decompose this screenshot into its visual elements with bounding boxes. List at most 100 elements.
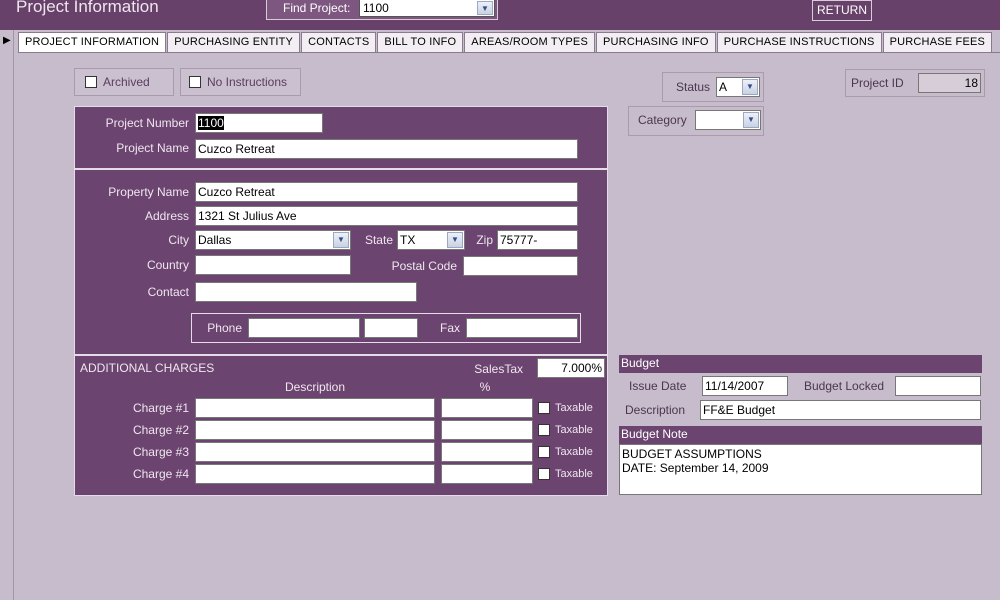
tab-areas-room-types[interactable]: AREAS/ROOM TYPES [464,32,595,52]
record-selector[interactable]: ▶ [0,30,14,600]
project-number-value: 1100 [198,116,224,130]
budget-description-label: Description [625,403,686,417]
chevron-down-icon[interactable]: ▼ [447,232,463,248]
budget-description-field[interactable]: FF&E Budget [700,400,981,420]
tab-bill-to-info[interactable]: BILL TO INFO [377,32,464,52]
charge-1-description[interactable] [195,398,435,418]
state-select[interactable]: TX ▼ [397,230,465,250]
budget-group: Issue Date 11/14/2007 Budget Locked Desc… [619,373,982,425]
charge-4-description[interactable] [195,464,435,484]
postal-code-field[interactable] [463,256,578,276]
issue-date-label: Issue Date [629,379,687,393]
tab-project-information[interactable]: PROJECT INFORMATION [18,32,167,53]
title-bar: Project Information Find Project: 1100 ▼… [0,0,1000,30]
additional-charges-title: ADDITIONAL CHARGES [80,361,215,375]
property-name-label: Property Name [108,185,189,199]
project-name-label: Project Name [116,141,189,155]
charge-1-taxable-label: Taxable [555,402,593,414]
find-project-box: Find Project: 1100 ▼ [266,0,498,20]
charge-4-taxable-label: Taxable [555,468,593,480]
category-label: Category [638,113,687,127]
phone-ext-field[interactable] [364,318,418,338]
no-instructions-checkbox[interactable] [189,76,201,88]
charge-3-percent[interactable] [441,442,533,462]
fax-field[interactable] [466,318,578,338]
project-id-field: 18 [918,73,981,93]
zip-field[interactable]: 75777- [497,230,578,250]
salestax-label: SalesTax [474,362,523,376]
salestax-field[interactable]: 7.000% [537,358,605,378]
project-name-field[interactable]: Cuzco Retreat [195,139,578,159]
postal-code-label: Postal Code [391,259,457,273]
additional-charges-section: ADDITIONAL CHARGES SalesTax 7.000% Descr… [74,355,608,496]
city-select[interactable]: Dallas ▼ [195,230,351,250]
charge-4-label: Charge #4 [132,467,189,481]
tab-purchase-fees[interactable]: PURCHASE FEES [882,32,993,52]
zip-label: Zip [476,233,493,247]
charge-4-percent[interactable] [441,464,533,484]
state-label: State [364,233,393,247]
budget-header: Budget [619,355,982,373]
charge-2-taxable-label: Taxable [555,424,593,436]
project-id-group: Project ID 18 [845,69,985,97]
tab-bar: PROJECT INFORMATION PURCHASING ENTITY CO… [18,32,993,53]
address-label: Address [144,209,189,223]
return-button[interactable]: RETURN [812,0,872,21]
tab-purchasing-entity[interactable]: PURCHASING ENTITY [167,32,301,52]
app-title: Project Information [16,0,159,16]
charge-2-label: Charge #2 [132,423,189,437]
chevron-down-icon[interactable]: ▼ [743,112,759,128]
charge-3-label: Charge #3 [132,445,189,459]
budget-note-line-1: BUDGET ASSUMPTIONS [622,447,762,461]
no-instructions-label: No Instructions [207,75,288,89]
charge-3-taxable-checkbox[interactable] [538,446,550,458]
project-number-field[interactable]: 1100 [195,113,323,133]
archived-checkbox[interactable] [85,76,97,88]
phone-field[interactable] [248,318,360,338]
chevron-down-icon[interactable]: ▼ [477,1,493,15]
charge-2-taxable-checkbox[interactable] [538,424,550,436]
city-value: Dallas [198,233,232,247]
budget-note-field[interactable]: BUDGET ASSUMPTIONS DATE: September 14, 2… [619,444,982,495]
tab-purchasing-info[interactable]: PURCHASING INFO [596,32,716,52]
charge-1-percent[interactable] [441,398,533,418]
project-number-label: Project Number [105,116,189,130]
category-select[interactable]: ▼ [695,110,761,130]
city-label: City [168,233,189,247]
archived-group: Archived [74,68,174,96]
tab-contacts[interactable]: CONTACTS [301,32,377,52]
find-project-label: Find Project: [283,1,351,15]
issue-date-field[interactable]: 11/14/2007 [702,376,788,396]
description-header: Description [284,380,346,394]
charge-1-label: Charge #1 [132,401,189,415]
budget-locked-field[interactable] [895,376,981,396]
charge-2-percent[interactable] [441,420,533,440]
chevron-down-icon[interactable]: ▼ [742,79,758,95]
tab-purchase-instructions[interactable]: PURCHASE INSTRUCTIONS [716,32,882,52]
charge-4-taxable-checkbox[interactable] [538,468,550,480]
record-pointer-icon: ▶ [3,35,11,46]
address-field[interactable]: 1321 St Julius Ave [195,206,578,226]
country-field[interactable] [195,255,351,275]
phone-fax-group: Phone Fax [191,313,581,343]
archived-label: Archived [103,75,150,89]
property-name-field[interactable]: Cuzco Retreat [195,182,578,202]
property-section: Property Name Cuzco Retreat Address 1321… [74,169,608,355]
find-project-value: 1100 [363,1,389,15]
chevron-down-icon[interactable]: ▼ [333,232,349,248]
fax-label: Fax [439,321,460,335]
budget-locked-label: Budget Locked [804,379,885,393]
country-label: Country [146,258,189,272]
state-value: TX [400,233,416,247]
category-group: Category ▼ [628,106,764,136]
percent-header: % [479,380,491,394]
status-select[interactable]: A ▼ [716,77,760,97]
charge-1-taxable-checkbox[interactable] [538,402,550,414]
charge-3-description[interactable] [195,442,435,462]
no-instructions-group: No Instructions [180,68,301,96]
charge-2-description[interactable] [195,420,435,440]
phone-label: Phone [207,321,242,335]
contact-field[interactable] [195,282,417,302]
project-section: Project Number 1100 Project Name Cuzco R… [74,106,608,169]
find-project-select[interactable]: 1100 ▼ [359,0,495,17]
